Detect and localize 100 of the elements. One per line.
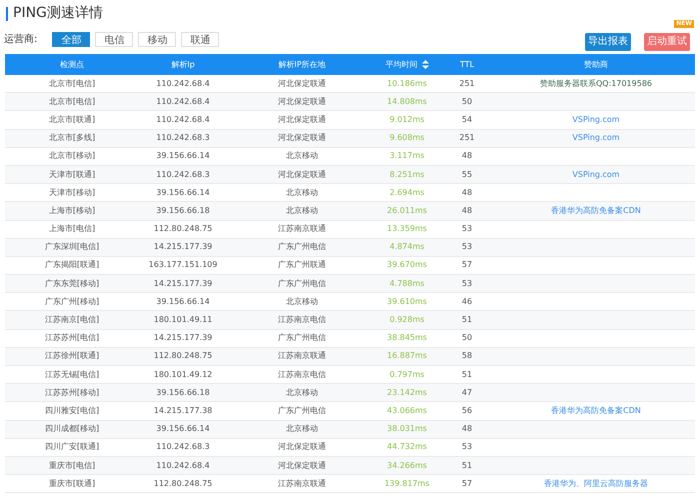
filter-tab[interactable]: 移动 <box>138 32 176 46</box>
table-cell: 北京市[多线] <box>48 132 96 144</box>
table-cell: 39.610ms <box>387 296 427 308</box>
table-cell: 江苏无锡[电信] <box>44 368 100 381</box>
table-cell: 江苏苏州[移动] <box>44 386 100 399</box>
sort-icon[interactable] <box>422 60 428 69</box>
table-cell: 北京移动 <box>286 186 318 199</box>
page-title: PING测速详情 <box>13 4 103 23</box>
table-cell: 39.156.66.14 <box>156 423 210 436</box>
column-header: 解析IP所在地 <box>278 58 326 70</box>
table-cell: 251 <box>459 78 475 90</box>
table-cell: 50 <box>462 332 472 344</box>
table-cell: 53 <box>462 278 472 290</box>
table-cell: 14.215.177.39 <box>154 241 212 254</box>
table-cell: 河北保定联通 <box>278 114 326 126</box>
table-cell: 110.242.68.4 <box>156 78 210 90</box>
table-cell: 58 <box>462 350 472 362</box>
table-cell: 8.251ms <box>390 168 424 181</box>
table-cell: 江苏南京[电信] <box>44 314 100 326</box>
table-cell: 57 <box>462 478 472 490</box>
table-cell: 天津市[移动] <box>48 186 96 199</box>
table-cell: 重庆市[电信] <box>48 460 96 472</box>
table-cell: 39.156.66.18 <box>156 204 210 217</box>
column-header: TTL <box>460 58 474 70</box>
table-cell: 112.80.248.75 <box>154 350 212 362</box>
table-cell: 38.845ms <box>387 332 427 344</box>
action-button[interactable]: 启动重试 <box>644 32 690 50</box>
table-cell: 江苏南京联通 <box>278 350 326 362</box>
table-cell: 河北保定联通 <box>278 132 326 144</box>
table-cell: 39.156.66.14 <box>156 186 210 199</box>
table-cell: 39.156.66.14 <box>156 296 210 308</box>
table-cell: 13.359ms <box>387 223 427 236</box>
table-cell: 江苏南京电信 <box>278 368 326 381</box>
table-cell: 51 <box>462 314 472 326</box>
table-cell: 北京移动 <box>286 150 318 162</box>
filter-tab[interactable]: 全部 <box>52 32 90 46</box>
column-header: 平均时间 <box>386 58 418 70</box>
table-cell: 河北保定联通 <box>278 78 326 90</box>
sponsor-link[interactable]: 香港华为高防免备案CDN <box>551 404 641 417</box>
sponsor-link[interactable]: 香港华为高防免备案CDN <box>551 204 641 217</box>
table-cell: 110.242.68.3 <box>156 168 210 181</box>
table-cell: 江苏苏州[电信] <box>44 332 100 344</box>
action-button[interactable]: 导出报表 <box>585 32 631 50</box>
table-cell: 广东揭阳[联通] <box>44 259 100 272</box>
table-cell: 110.242.68.4 <box>156 114 210 126</box>
table-cell: 9.012ms <box>390 114 424 126</box>
table-cell: 23.142ms <box>387 386 427 399</box>
table-cell: 47 <box>462 386 472 399</box>
table-cell: 53 <box>462 241 472 254</box>
table-cell: 北京市[电信] <box>48 96 96 108</box>
column-header: 检测点 <box>60 58 84 70</box>
table-cell: 54 <box>462 114 472 126</box>
table-cell: 广东广州[移动] <box>44 296 100 308</box>
table-cell: 51 <box>462 368 472 381</box>
table-cell: 48 <box>462 150 472 162</box>
table-cell: 51 <box>462 460 472 472</box>
table-cell: 广东广州电信 <box>278 278 326 290</box>
table-cell: 河北保定联通 <box>278 460 326 472</box>
table-cell: 163.177.151.109 <box>148 259 218 272</box>
table-cell: 10.186ms <box>387 78 427 90</box>
table-cell: 广东广州联通 <box>278 259 326 272</box>
table-cell: 53 <box>462 223 472 236</box>
table-cell: 0.797ms <box>390 368 424 381</box>
table-cell: 251 <box>459 132 475 144</box>
table-cell: 180.101.49.12 <box>154 368 212 381</box>
table-cell: 江苏南京联通 <box>278 223 326 236</box>
table-cell: 0.928ms <box>390 314 424 326</box>
table-cell: 北京移动 <box>286 296 318 308</box>
table-cell: 110.242.68.3 <box>156 132 210 144</box>
table-cell: 四川成都[移动] <box>44 423 100 436</box>
table-cell: 48 <box>462 423 472 436</box>
table-cell: 江苏徐州[联通] <box>44 350 100 362</box>
table-cell: 39.670ms <box>387 259 427 272</box>
sponsor-link[interactable]: VSPing.com <box>572 168 620 181</box>
table-cell: 河北保定联通 <box>278 96 326 108</box>
table-cell: 河北保定联通 <box>278 168 326 181</box>
sponsor-link[interactable]: 香港华为、阿里云高防服务器 <box>544 478 648 490</box>
sponsor-text: 赞助服务器联系QQ:17019586 <box>540 78 652 90</box>
table-cell: 139.817ms <box>384 478 430 490</box>
table-cell: 26.011ms <box>387 204 427 217</box>
sponsor-link[interactable]: VSPing.com <box>572 132 620 144</box>
table-cell: 9.608ms <box>390 132 424 144</box>
table-cell: 河北保定联通 <box>278 441 326 454</box>
table-cell: 14.215.177.38 <box>154 404 212 417</box>
table-cell: 广东广州电信 <box>278 332 326 344</box>
table-cell: 广东东莞[移动] <box>44 278 100 290</box>
table-cell: 重庆市[联通] <box>48 478 96 490</box>
table-cell: 110.242.68.4 <box>156 460 210 472</box>
sponsor-link[interactable]: VSPing.com <box>572 114 620 126</box>
table-cell: 112.80.248.75 <box>154 223 212 236</box>
table-cell: 48 <box>462 186 472 199</box>
table-cell: 14.808ms <box>387 96 427 108</box>
table-cell: 110.242.68.3 <box>156 441 210 454</box>
table-cell: 四川雅安[电信] <box>44 404 100 417</box>
filter-tab[interactable]: 电信 <box>95 32 134 46</box>
table-cell: 上海市[移动] <box>48 204 96 217</box>
filter-label: 运营商: <box>4 32 38 46</box>
table-cell: 2.694ms <box>390 186 424 199</box>
table-cell: 180.101.49.11 <box>154 314 212 326</box>
filter-tab[interactable]: 联通 <box>181 32 220 46</box>
